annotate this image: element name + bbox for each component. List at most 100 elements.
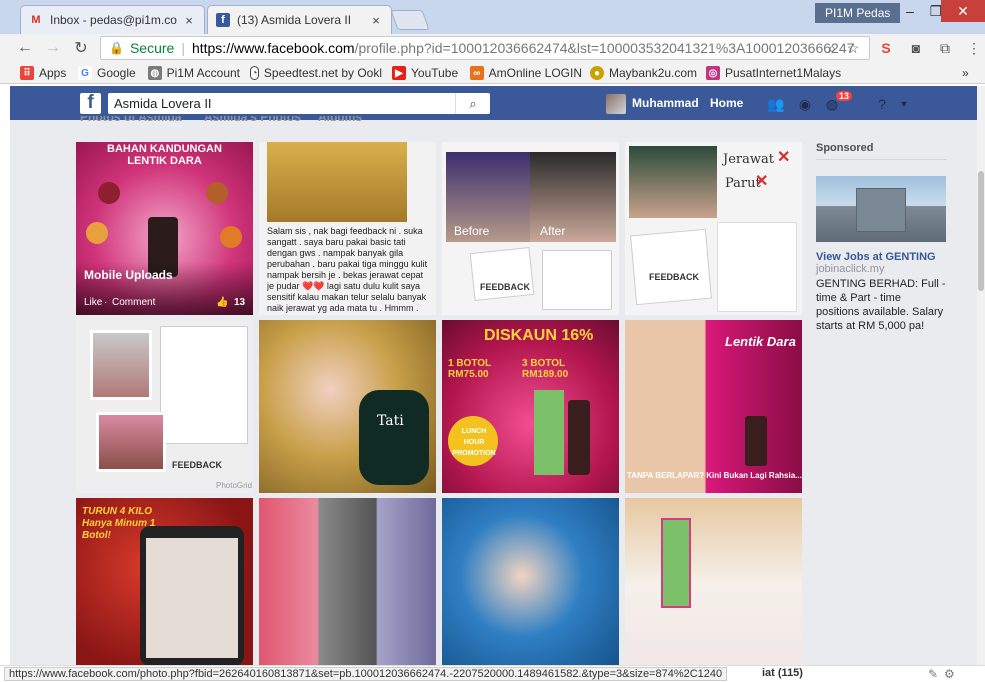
tab-title: (13) Asmida Lovera II bbox=[237, 13, 352, 27]
help-icon[interactable]: ? bbox=[872, 95, 892, 113]
tab-facebook-profile[interactable]: f (13) Asmida Lovera II × bbox=[207, 5, 392, 34]
google-icon: G bbox=[78, 66, 92, 80]
price-triple: 3 BOTOL RM189.00 bbox=[522, 358, 569, 380]
minimize-icon[interactable]: – bbox=[896, 0, 924, 22]
tab-user-photos[interactable]: Asmida's Photos bbox=[204, 116, 301, 124]
compose-icon[interactable]: ✎ bbox=[928, 667, 938, 681]
photo-image bbox=[629, 146, 717, 218]
bookmark-star-icon[interactable]: ☆ bbox=[843, 38, 863, 58]
comment-link[interactable]: Comment bbox=[112, 297, 155, 308]
tab-title: Inbox - pedas@pi1m.co bbox=[50, 13, 177, 27]
cross-icon: ✕ bbox=[755, 173, 769, 190]
photo-headline: BAHAN KANDUNGAN bbox=[107, 143, 222, 155]
notification-badge: 13 bbox=[835, 90, 854, 102]
forward-arrow-icon[interactable]: → bbox=[44, 39, 62, 57]
feedback-label: FEEDBACK bbox=[480, 282, 531, 292]
close-tab-icon[interactable]: × bbox=[369, 13, 383, 28]
discount-headline: DISKAUN 16% bbox=[484, 327, 594, 344]
more-bookmarks-button[interactable]: » bbox=[962, 65, 976, 81]
bookmark-youtube[interactable]: ▶ YouTube bbox=[392, 65, 462, 81]
search-icon[interactable]: ⌕ bbox=[455, 93, 490, 114]
photo-tile[interactable] bbox=[625, 498, 802, 671]
photo-tile[interactable]: Lentik Dara TANPA BERLAPAR? Kini Bukan L… bbox=[625, 320, 802, 493]
product-bottle bbox=[568, 400, 590, 475]
url-path: /profile.php?id=100012036662474&lst=1000… bbox=[354, 40, 855, 56]
zoom-icon[interactable]: ⌕ bbox=[822, 38, 842, 58]
photo-tile[interactable]: DISKAUN 16% 1 BOTOL RM75.00 3 BOTOL RM18… bbox=[442, 320, 619, 493]
window-close-icon[interactable]: ✕ bbox=[941, 0, 985, 22]
comment-separator: · bbox=[104, 297, 108, 308]
bookmark-label: Speedtest.net by Ookl bbox=[263, 66, 382, 80]
watermark-label: PhotoGrid bbox=[216, 481, 253, 490]
photo-tile[interactable]: Tati bbox=[259, 320, 436, 493]
tab-photos-of[interactable]: Photos of Asmida bbox=[80, 116, 182, 124]
photo-subtabs: Photos of Asmida Asmida's Photos Albums bbox=[80, 116, 810, 126]
photo-tile[interactable]: BAHAN KANDUNGAN LENTIK DARA Mobile Uploa… bbox=[76, 142, 253, 315]
account-menu-chevron-icon[interactable]: ▼ bbox=[894, 95, 914, 113]
photo-image bbox=[267, 142, 407, 222]
bookmark-pusatinternet[interactable]: ◎ PusatInternet1Malays bbox=[706, 65, 854, 81]
photo-tile[interactable] bbox=[259, 498, 436, 671]
bookmark-label: Apps bbox=[39, 66, 67, 80]
home-link[interactable]: Home bbox=[710, 96, 743, 110]
bookmark-pi1m-account[interactable]: ◍ Pi1M Account bbox=[148, 65, 240, 81]
chat-count[interactable]: iat (115) bbox=[762, 667, 803, 679]
ingredient-circle bbox=[220, 226, 242, 248]
photo-tile[interactable]: Jerawat ✕ Parut ✕ FEEDBACK bbox=[625, 142, 802, 315]
bookmark-amonline[interactable]: ∞ AmOnline LOGIN bbox=[470, 65, 582, 81]
after-label: After bbox=[540, 224, 566, 238]
bookmark-google[interactable]: G Google bbox=[78, 65, 140, 81]
close-tab-icon[interactable]: × bbox=[182, 13, 196, 28]
url-host: https://www.facebook.com bbox=[191, 40, 355, 56]
secure-label: Secure bbox=[129, 40, 175, 56]
status-bar: https://www.facebook.com/photo.php?fbid=… bbox=[0, 665, 985, 682]
scrollbar-thumb[interactable] bbox=[978, 171, 984, 291]
friend-requests-icon[interactable]: 👥 bbox=[766, 95, 786, 113]
cast-icon[interactable]: ⧉ bbox=[935, 38, 955, 58]
tagline: TANPA BERLAPAR? Kini Bukan Lagi Rahsia..… bbox=[627, 471, 802, 480]
tab-albums[interactable]: Albums bbox=[318, 116, 362, 124]
photo-headline: LENTIK DARA bbox=[127, 155, 202, 167]
new-tab-button[interactable] bbox=[390, 10, 430, 30]
tab-gmail-inbox[interactable]: M Inbox - pedas@pi1m.co × bbox=[20, 5, 205, 34]
back-arrow-icon[interactable]: ← bbox=[16, 39, 34, 57]
facebook-logo-icon[interactable]: f bbox=[80, 92, 101, 114]
settings-gear-icon[interactable]: ⚙ bbox=[944, 667, 955, 681]
messenger-icon[interactable]: ◉ bbox=[795, 95, 815, 113]
cross-icon: ✕ bbox=[777, 149, 791, 166]
incognito-extension-icon[interactable]: ◙ bbox=[906, 38, 926, 58]
reload-icon[interactable]: ↻ bbox=[72, 39, 90, 57]
instagram-icon: ◎ bbox=[706, 66, 720, 80]
bookmark-speedtest[interactable]: ◔ Speedtest.net by Ookl bbox=[250, 65, 382, 81]
bookmark-label: AmOnline LOGIN bbox=[488, 66, 582, 80]
like-link[interactable]: Like bbox=[84, 297, 102, 308]
avatar[interactable] bbox=[606, 94, 626, 114]
photo-tile[interactable]: Before After FEEDBACK bbox=[442, 142, 619, 315]
profile-name[interactable]: PI1M Pedas bbox=[815, 3, 901, 23]
menu-dots-icon[interactable]: ⋮ bbox=[964, 38, 984, 58]
bookmark-maybank[interactable]: ● Maybank2u.com bbox=[590, 65, 698, 81]
acne-label: Jerawat bbox=[723, 152, 774, 167]
photo-tile[interactable]: FEEDBACK PhotoGrid bbox=[76, 320, 253, 493]
gmail-icon: M bbox=[31, 14, 41, 26]
lock-icon: 🔒 bbox=[109, 41, 124, 55]
apps-grid-icon: ⠿ bbox=[20, 66, 34, 80]
address-divider: | bbox=[181, 40, 185, 56]
extension-s-icon[interactable]: S bbox=[876, 38, 896, 58]
ad-title-link[interactable]: View Jobs at GENTING bbox=[816, 251, 947, 263]
facebook-search-input[interactable]: Asmida Lovera II bbox=[108, 93, 490, 114]
ingredient-circle bbox=[98, 182, 120, 204]
album-overlay-label[interactable]: Mobile Uploads bbox=[84, 269, 173, 281]
ad-domain[interactable]: jobinaclick.my bbox=[816, 263, 947, 275]
photo-tile[interactable]: TURUN 4 KILO Hanya Minum 1 Botol! bbox=[76, 498, 253, 671]
photo-tile[interactable] bbox=[442, 498, 619, 671]
page-scrollbar[interactable] bbox=[977, 86, 985, 666]
photo-tile[interactable]: Salam sis , nak bagi feedback ni . suka … bbox=[259, 142, 436, 315]
ad-image[interactable] bbox=[816, 176, 946, 242]
photo-image bbox=[96, 412, 166, 472]
bookmark-apps[interactable]: ⠿ Apps bbox=[20, 65, 68, 81]
bookmark-label: Google bbox=[97, 66, 136, 80]
profile-link[interactable]: Muhammad bbox=[632, 96, 699, 110]
address-bar[interactable]: 🔒 Secure | https://www.facebook.com /pro… bbox=[100, 36, 870, 60]
amonline-icon: ∞ bbox=[470, 66, 484, 80]
